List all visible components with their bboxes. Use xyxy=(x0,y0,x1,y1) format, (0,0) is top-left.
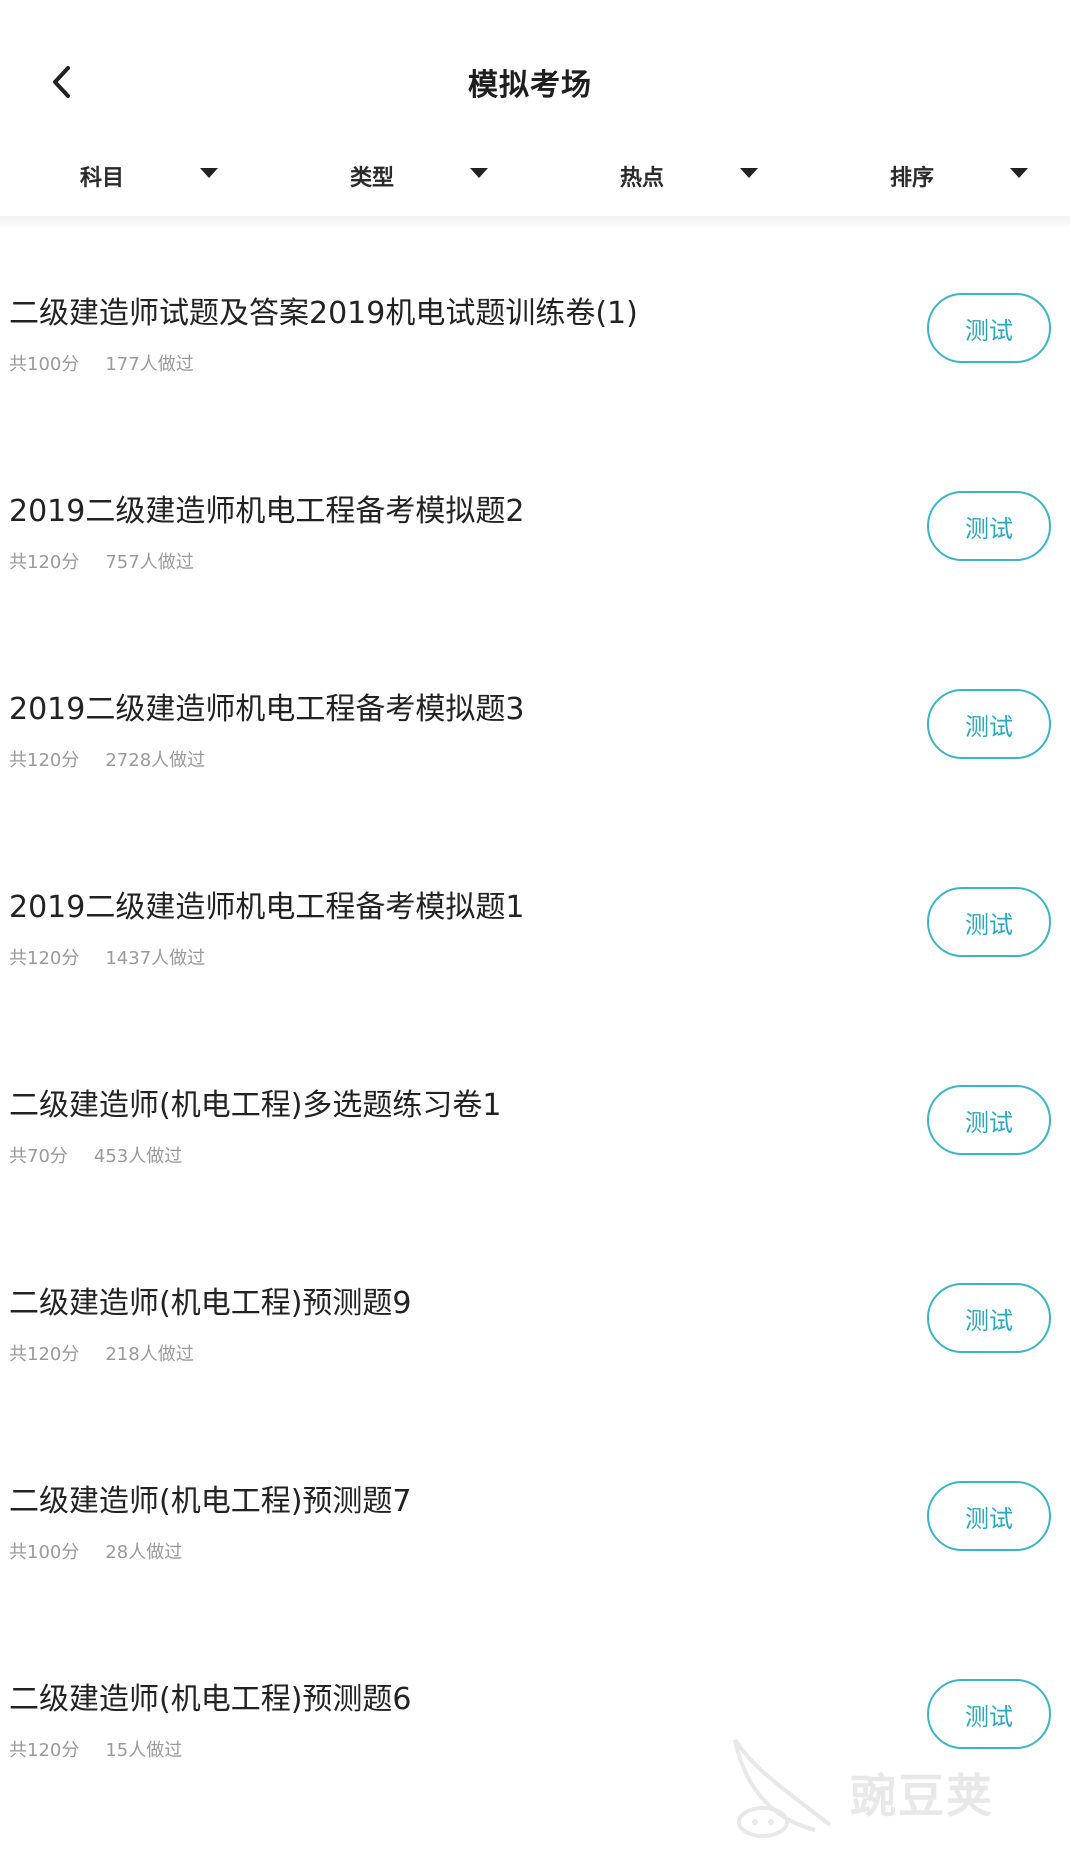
filter-type-label: 类型 xyxy=(350,166,395,191)
exam-count: 218人做过 xyxy=(105,1344,194,1365)
exam-count: 1437人做过 xyxy=(105,948,206,969)
watermark-text: 豌豆荚 xyxy=(850,1769,994,1823)
exam-meta: 共120分 15人做过 xyxy=(9,1736,182,1762)
filter-type[interactable]: 类型 xyxy=(350,148,530,204)
exam-item[interactable]: 二级建造师(机电工程)预测题7 共100分 28人做过 测试 xyxy=(0,1418,1070,1616)
exam-meta: 共70分 453人做过 xyxy=(9,1142,182,1168)
exam-count: 453人做过 xyxy=(93,1146,183,1167)
exam-meta: 共120分 218人做过 xyxy=(9,1340,194,1366)
exam-item[interactable]: 2019二级建造师机电工程备考模拟题1 共120分 1437人做过 测试 xyxy=(0,824,1070,1022)
test-button[interactable]: 测试 xyxy=(927,1481,1051,1551)
exam-title: 二级建造师(机电工程)多选题练习卷1 xyxy=(9,1088,502,1123)
caret-down-icon xyxy=(1010,168,1028,178)
exam-score: 共100分 xyxy=(9,354,80,375)
caret-down-icon xyxy=(740,168,758,178)
test-button[interactable]: 测试 xyxy=(927,1283,1051,1353)
exam-meta: 共100分 28人做过 xyxy=(9,1538,182,1564)
filter-subject-label: 科目 xyxy=(80,166,125,191)
exam-item[interactable]: 二级建造师试题及答案2019机电试题训练卷(1) 共100分 177人做过 测试 xyxy=(0,230,1070,428)
test-button[interactable]: 测试 xyxy=(927,887,1051,957)
exam-meta: 共120分 2728人做过 xyxy=(9,746,205,772)
header-divider xyxy=(0,216,1070,230)
exam-item[interactable]: 2019二级建造师机电工程备考模拟题2 共120分 757人做过 测试 xyxy=(0,428,1070,626)
filter-subject[interactable]: 科目 xyxy=(80,148,260,204)
exam-title: 二级建造师试题及答案2019机电试题训练卷(1) xyxy=(9,296,638,331)
exam-title: 二级建造师(机电工程)预测题9 xyxy=(9,1286,412,1321)
watermark: 豌豆荚 xyxy=(725,1730,1045,1840)
page-title: 模拟考场 xyxy=(468,68,592,103)
exam-meta: 共120分 757人做过 xyxy=(9,548,194,574)
exam-score: 共100分 xyxy=(9,1542,80,1563)
exam-title: 2019二级建造师机电工程备考模拟题2 xyxy=(9,494,525,529)
exam-title: 2019二级建造师机电工程备考模拟题3 xyxy=(9,692,525,727)
exam-count: 757人做过 xyxy=(105,552,194,573)
test-button[interactable]: 测试 xyxy=(927,1085,1051,1155)
exam-meta: 共120分 1437人做过 xyxy=(9,944,205,970)
filter-hot-label: 热点 xyxy=(620,166,665,191)
exam-item[interactable]: 2019二级建造师机电工程备考模拟题3 共120分 2728人做过 测试 xyxy=(0,626,1070,824)
filter-sort[interactable]: 排序 xyxy=(890,148,1060,204)
exam-count: 28人做过 xyxy=(105,1542,183,1563)
exam-count: 15人做过 xyxy=(105,1740,183,1761)
exam-item[interactable]: 二级建造师(机电工程)多选题练习卷1 共70分 453人做过 测试 xyxy=(0,1022,1070,1220)
test-button[interactable]: 测试 xyxy=(927,689,1051,759)
exam-meta: 共100分 177人做过 xyxy=(9,350,194,376)
exam-score: 共120分 xyxy=(9,948,80,969)
exam-title: 二级建造师(机电工程)预测题7 xyxy=(9,1484,412,1519)
exam-score: 共70分 xyxy=(9,1146,68,1167)
app-header: 模拟考场 xyxy=(0,0,1070,140)
caret-down-icon xyxy=(200,168,218,178)
filter-sort-label: 排序 xyxy=(890,166,935,191)
exam-score: 共120分 xyxy=(9,1344,80,1365)
exam-count: 2728人做过 xyxy=(105,750,206,771)
exam-score: 共120分 xyxy=(9,1740,80,1761)
caret-down-icon xyxy=(470,168,488,178)
exam-title: 2019二级建造师机电工程备考模拟题1 xyxy=(9,890,525,925)
bean-logo-icon xyxy=(733,1738,832,1838)
exam-item[interactable]: 二级建造师(机电工程)预测题9 共120分 218人做过 测试 xyxy=(0,1220,1070,1418)
filter-bar: 科目 类型 热点 排序 xyxy=(0,148,1070,204)
filter-hot[interactable]: 热点 xyxy=(620,148,800,204)
test-button[interactable]: 测试 xyxy=(927,491,1051,561)
test-button[interactable]: 测试 xyxy=(927,293,1051,363)
exam-score: 共120分 xyxy=(9,552,80,573)
exam-score: 共120分 xyxy=(9,750,80,771)
exam-title: 二级建造师(机电工程)预测题6 xyxy=(9,1682,412,1717)
exam-count: 177人做过 xyxy=(105,354,194,375)
